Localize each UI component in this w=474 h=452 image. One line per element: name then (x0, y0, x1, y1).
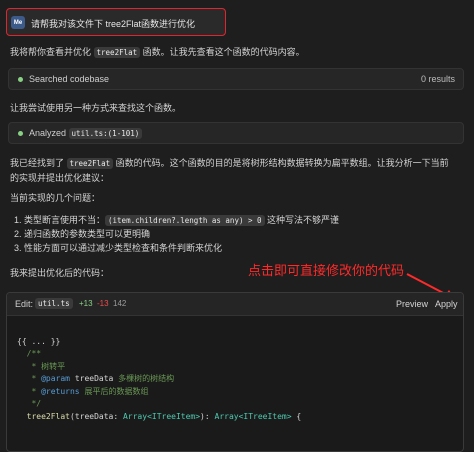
param-type: Array<ITreeItem> (122, 411, 201, 421)
found-post: 函数的代码。这个函数的目的是将树形结构数据转换为扁平数组。让我分析一下当前 (113, 158, 449, 168)
tool-analyzed[interactable]: Analyzed util.ts:(1-101) (8, 122, 464, 144)
found-pre: 我已经找到了 (10, 158, 67, 168)
return-type: Array<ITreeItem> (214, 411, 292, 421)
issue-1-post: 这种写法不够严谨 (264, 215, 340, 225)
code-line: * @param treeData 多棵树的树结构 (17, 374, 175, 383)
param-name: treeData (74, 374, 114, 383)
param-sig: (treeData: (70, 411, 123, 421)
intro-post: 函数。让我先查看这个函数的代码内容。 (140, 47, 305, 57)
param-desc: 多棵树的树结构 (113, 374, 175, 383)
issues-list: 1. 类型断言使用不当： (item.children?.length as an… (14, 213, 339, 255)
code-line: */ (17, 399, 42, 408)
issue-1-code: (item.children?.length as any) > 0 (105, 215, 265, 226)
user-message: Me 请帮我对该文件下 tree2Flat函数进行优化 (6, 8, 226, 36)
code-line: {{ ... }} (17, 336, 61, 346)
proposal-paragraph: 我来提出优化后的代码： (10, 268, 110, 278)
jsdoc-tag: @param (41, 374, 70, 383)
brace: { (291, 411, 302, 421)
found-code: tree2Flat (66, 158, 114, 169)
tool-searched-codebase[interactable]: Searched codebase 0 results (8, 68, 464, 90)
tool-results-count: 0 results (420, 74, 455, 84)
found-line-1: 我已经找到了 tree2Flat 函数的代码。这个函数的目的是将树形结构数据转换… (10, 156, 449, 169)
removed-lines-count: -13 (97, 299, 109, 308)
retry-paragraph: 让我尝试使用另一种方式来查找这个函数。 (10, 103, 182, 113)
return-sep: ): (200, 411, 215, 421)
list-item: 2. 递归函数的参数类型可以更明确 (14, 229, 151, 239)
intro-code: tree2Flat (93, 47, 141, 58)
avatar: Me (11, 16, 25, 29)
list-item: 1. 类型断言使用不当： (item.children?.length as an… (14, 213, 339, 227)
code-line: * @returns 展平后的数据数组 (17, 386, 149, 396)
code-line: /** (17, 349, 42, 358)
list-item: 3. 性能方面可以通过减少类型检查和条件判断来优化 (14, 243, 223, 253)
tool-file-range: util.ts:(1-101) (68, 128, 143, 139)
user-message-text: 请帮我对该文件下 tree2Flat函数进行优化 (31, 19, 196, 29)
code-line: tree2Flat(treeData: Array<ITreeItem>): A… (17, 411, 302, 424)
preview-button[interactable]: Preview (396, 299, 428, 309)
line-count: 142 (113, 299, 127, 308)
edit-label: Edit: (15, 299, 34, 309)
returns-desc: 展平后的数据数组 (79, 386, 149, 396)
issue-1-pre: 1. 类型断言使用不当： (14, 215, 106, 225)
status-dot-icon (18, 77, 23, 82)
code-line: * 树转平 (17, 361, 66, 371)
issues-title: 当前实现的几个问题： (10, 193, 101, 203)
jsdoc-tag: @returns (41, 386, 80, 396)
code-edit-header: Edit: util.ts +13 -13 142 Preview Apply (7, 293, 463, 316)
apply-button[interactable]: Apply (435, 299, 458, 309)
code-edit-block: Edit: util.ts +13 -13 142 Preview Apply … (6, 292, 464, 452)
code-content: {{ ... }} /** * 树转平 * @param treeData 多棵… (17, 323, 301, 448)
added-lines-count: +13 (79, 299, 93, 308)
status-dot-icon (18, 131, 23, 136)
found-line-2: 的实现并提出优化建议： (10, 173, 110, 183)
edit-filename[interactable]: util.ts (35, 298, 73, 309)
tool-label: Searched codebase (29, 74, 110, 84)
annotation-text: 点击即可直接修改你的代码 (248, 263, 405, 278)
function-name: tree2Flat (26, 411, 70, 421)
tool-label-text: Analyzed (29, 128, 67, 138)
tool-label: Analyzed util.ts:(1-101) (29, 128, 143, 139)
intro-pre: 我将帮你查看并优化 (10, 47, 94, 57)
intro-paragraph: 我将帮你查看并优化 tree2Flat 函数。让我先查看这个函数的代码内容。 (10, 45, 305, 58)
